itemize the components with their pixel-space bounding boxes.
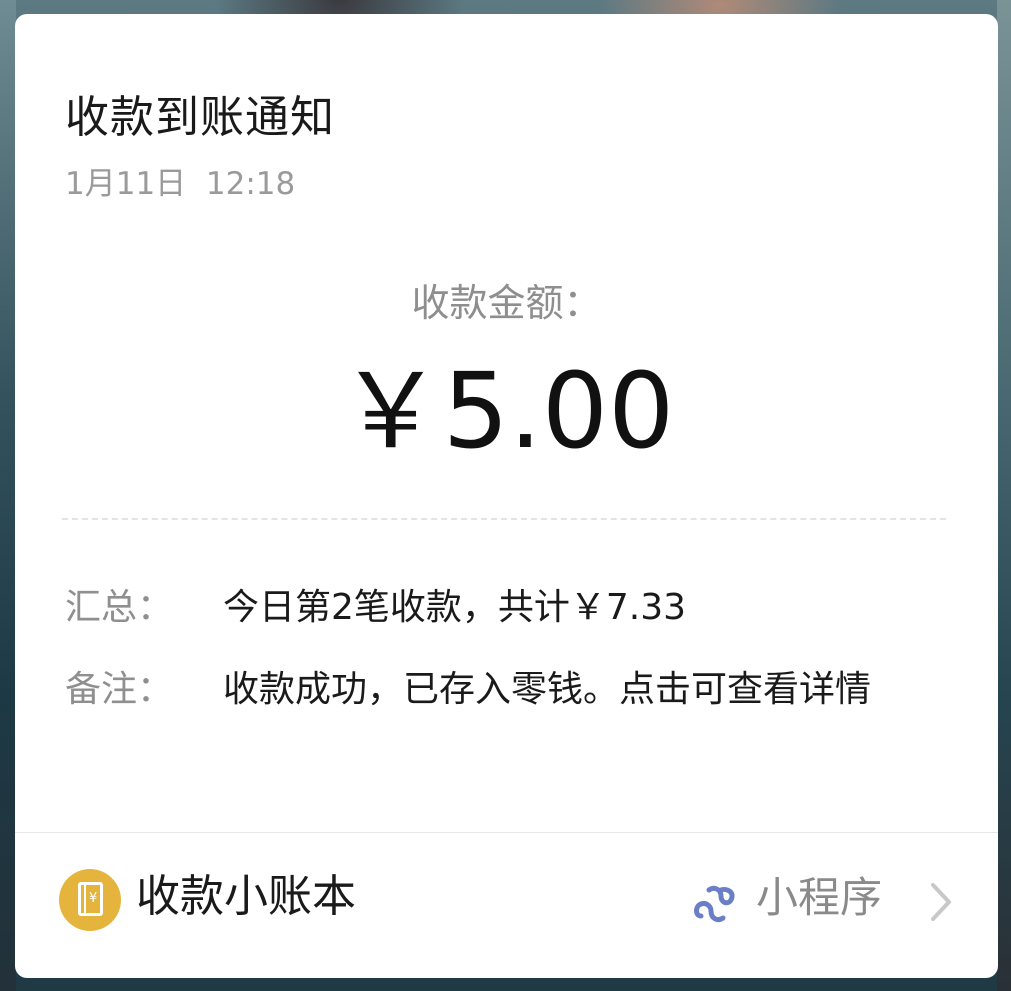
- notification-title: 收款到账通知: [65, 92, 335, 143]
- wallpaper-left-edge: [0, 0, 16, 991]
- mini-program-label: 小程序: [756, 873, 883, 922]
- summary-label: 汇总：: [65, 587, 174, 628]
- dashed-divider: [62, 518, 946, 520]
- chevron-right-icon[interactable]: [927, 881, 955, 923]
- mini-program-icon: [694, 885, 735, 923]
- amount-value: ￥5.00: [338, 350, 675, 472]
- ledger-book-icon: ¥: [59, 869, 121, 931]
- note-value: 收款成功，已存入零钱。点击可查看详情: [223, 669, 872, 710]
- note-label: 备注：: [65, 669, 174, 710]
- notification-time: 1月11日 12:18: [65, 166, 296, 202]
- yen-glyph: ¥: [89, 891, 98, 906]
- wallpaper-right-edge: [997, 0, 1011, 991]
- amount-label: 收款金额：: [411, 281, 602, 325]
- app-name: 收款小账本: [136, 871, 356, 922]
- mini-program-footer[interactable]: ¥ 收款小账本 小程序: [15, 833, 998, 978]
- book-shape: ¥: [78, 882, 103, 916]
- payment-notification-card[interactable]: 收款到账通知 1月11日 12:18 收款金额： ￥5.00 汇总： 今日第2笔…: [15, 14, 998, 978]
- summary-value: 今日第2笔收款，共计￥7.33: [223, 587, 687, 628]
